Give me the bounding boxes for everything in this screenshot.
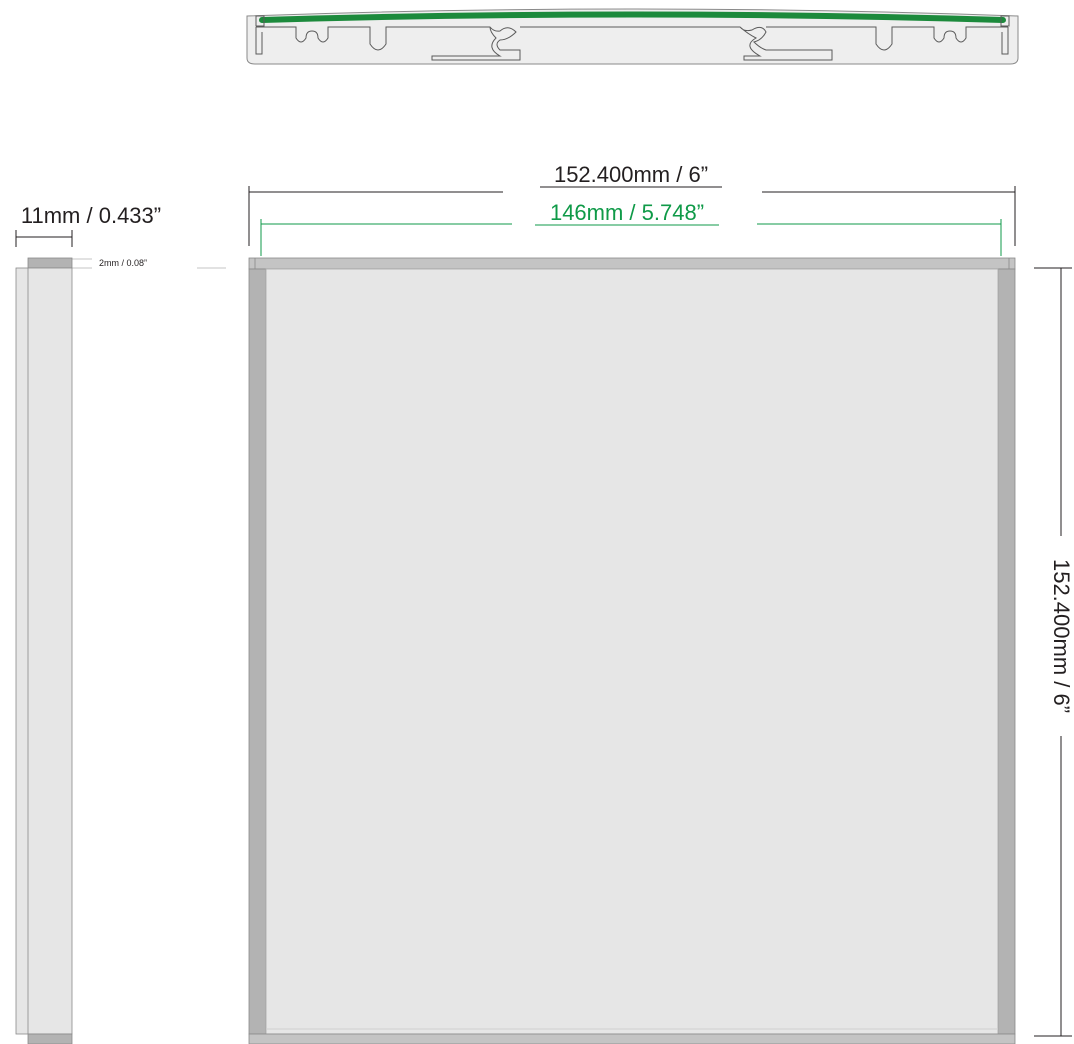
- panel-right-frame: [997, 268, 1016, 1035]
- outer-height-label: 152.400mm / 6”: [1049, 559, 1074, 713]
- outer-width-label: 152.400mm / 6”: [554, 162, 708, 187]
- side-body: [15, 267, 73, 1035]
- panel-face: [265, 268, 999, 1035]
- panel-left-frame: [248, 268, 267, 1035]
- panel-bottom-frame: [248, 1033, 1016, 1044]
- panel-top-frame: [248, 257, 1016, 270]
- side-top-lip: [27, 257, 73, 269]
- front-panel: [248, 257, 1016, 1044]
- side-bottom-lip: [27, 1033, 73, 1044]
- lip-thickness-label: 2mm / 0.08”: [99, 258, 147, 268]
- outer-height-dimension: 152.400mm / 6”: [1034, 267, 1074, 1037]
- panel-technical-drawing: 152.400mm / 6” 146mm / 5.748” 11mm / 0.4…: [15, 8, 1074, 1044]
- inner-width-label: 146mm / 5.748”: [550, 200, 704, 225]
- inner-width-dimension: 146mm / 5.748”: [260, 200, 1002, 256]
- side-view: 11mm / 0.433” 2mm / 0.08”: [15, 203, 226, 1044]
- profile-cross-section: [246, 8, 1019, 65]
- side-depth-label: 11mm / 0.433”: [21, 203, 161, 228]
